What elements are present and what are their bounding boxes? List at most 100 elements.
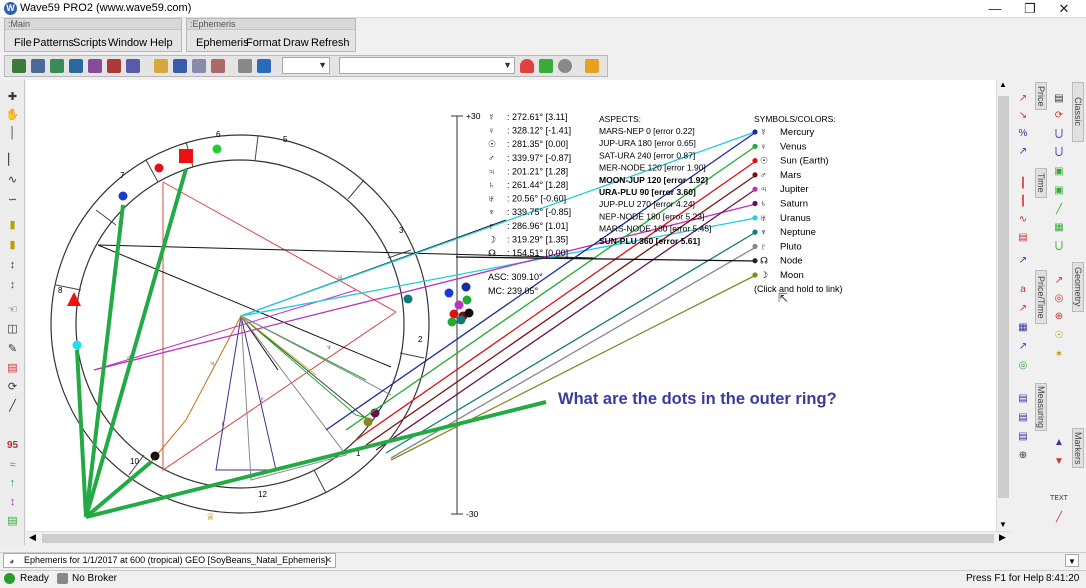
measure-chart-icon[interactable]: ▤ [1016,431,1030,443]
time-spiral-icon[interactable]: ∿ [1016,214,1030,226]
menu-format[interactable]: Format [246,36,281,50]
classic-curve-icon[interactable]: ⟳ [1052,110,1066,122]
print-icon[interactable] [238,59,252,73]
marker-up-icon[interactable]: ▲ [1052,437,1066,449]
bar-stack-icon[interactable]: ▤ [5,361,20,375]
spiral-icon[interactable]: ◎ [1016,360,1030,372]
fan-icon[interactable]: ⋃ [1052,240,1066,252]
measure-bars-icon[interactable]: ▤ [1016,393,1030,405]
vertical-line-icon[interactable]: │ [5,126,20,140]
tab-geometry[interactable]: Geometry [1072,262,1084,312]
grid-tool-icon[interactable]: ▦ [1016,322,1030,334]
ruler-icon[interactable]: ╱ [5,399,20,413]
fib-icon[interactable]: ↗ [1016,146,1030,158]
vertical-scrollbar[interactable]: ▲ ▼ [996,80,1010,531]
menu-draw[interactable]: Draw [283,36,309,50]
bars-icon[interactable]: ▏ [5,153,20,167]
number-95-icon[interactable]: 95 [5,439,20,453]
circle-icon[interactable]: ◎ [1052,293,1066,305]
scroll-up-icon[interactable]: ▲ [999,80,1007,89]
copy-icon[interactable] [192,59,206,73]
menu-scripts[interactable]: Scripts [73,36,107,50]
up-down-arrow-icon[interactable] [539,59,553,73]
eye-icon[interactable] [558,59,572,73]
box-icon[interactable]: ▣ [1052,166,1066,178]
split-icon[interactable]: ▮ [5,238,20,252]
marker-icon[interactable]: ▮ [5,218,20,232]
pitch-icon[interactable]: ↑ [5,476,20,490]
save-icon[interactable] [173,59,187,73]
tab-measuring[interactable]: Measuring [1035,383,1047,431]
crosshair-target-icon[interactable]: ⊕ [1016,450,1030,462]
time-bars-icon[interactable]: ┃ [1016,178,1030,190]
hand-icon[interactable]: ✋ [5,108,20,122]
tab-markers[interactable]: Markers [1072,428,1084,468]
tab-price-time[interactable]: Price/Time [1035,270,1047,324]
tab-price[interactable]: Price [1035,82,1047,110]
menu-refresh[interactable]: Refresh [311,36,350,50]
marker-down-icon[interactable]: ▼ [1052,456,1066,468]
toolbar-combo-1[interactable]: ▼ [282,57,330,74]
open-folder-icon[interactable] [154,59,168,73]
scroll-left-icon[interactable]: ◀ [29,532,36,543]
geometry-arc-icon[interactable]: ↗ [1052,275,1066,287]
percent-icon[interactable]: % [1016,128,1030,140]
palette-icon[interactable] [88,59,102,73]
pitchfork-icon[interactable]: ⋃ [1052,128,1066,140]
scroll-down-icon[interactable]: ▼ [999,520,1007,529]
undo-icon[interactable] [257,59,271,73]
angle-icon[interactable]: ↗ [1016,341,1030,353]
vertical-scroll-thumb[interactable] [998,96,1009,498]
price-line-icon[interactable]: ↘ [1016,110,1030,122]
cycle-icon[interactable]: ⟳ [5,380,20,394]
line-tool-icon[interactable]: ╱ [1052,512,1066,524]
crosshair-icon[interactable]: ✚ [5,90,20,104]
pointer-icon[interactable]: ☜ [5,303,20,317]
text-tool-icon[interactable]: TEXT [1050,493,1068,505]
zoom-icon[interactable] [31,59,45,73]
app-logo-icon[interactable]: W [4,2,17,15]
grid-icon[interactable] [126,59,140,73]
minimize-button[interactable]: — [977,0,1013,18]
gann-icon[interactable]: ▣ [1052,185,1066,197]
time-cycles-icon[interactable]: ┃ [1016,196,1030,208]
notes-icon[interactable] [585,59,599,73]
move-icon[interactable]: ↕ [5,278,20,292]
tab-list-chevron-icon[interactable]: ▼ [1065,554,1079,567]
menu-window[interactable]: Window [108,36,147,50]
parallel-icon[interactable]: ╱ [1052,204,1066,216]
wave-icon[interactable]: ∿ [5,173,20,187]
ephemeris-chart-area[interactable]: 6 5 7 3 8 2 10 1 12 ♅ ♆ ♇ ♄ ♂ ♃ ♕ +30 -3… [26,80,996,531]
close-button[interactable]: ✕ [1046,0,1082,18]
indicator-icon[interactable] [107,59,121,73]
magnet-icon[interactable] [520,59,534,73]
trash-icon[interactable]: ◫ [5,322,20,336]
star-icon[interactable]: ✶ [1052,349,1066,361]
horizontal-scrollbar[interactable]: ◀ ▶ [26,531,1010,545]
measure-ruler-icon[interactable]: ▤ [1016,412,1030,424]
time-line-icon[interactable]: ↗ [1016,255,1030,267]
maximize-button[interactable]: ❐ [1012,0,1048,18]
table-icon[interactable]: ▤ [5,514,20,528]
square-icon[interactable]: ▦ [1052,222,1066,234]
time-grid-icon[interactable]: ▤ [1016,232,1030,244]
menu-file[interactable]: File [14,36,32,50]
tab-time[interactable]: Time [1035,168,1047,198]
scroll-right-icon[interactable]: ▶ [999,532,1006,543]
price-tool-icon[interactable]: ↗ [1016,93,1030,105]
doc-tab-close-icon[interactable]: ✕ [324,554,332,567]
ratio-icon[interactable]: ↗ [1016,303,1030,315]
menu-ephemeris[interactable]: Ephemeris [196,36,249,50]
curve-icon[interactable]: ∽ [5,193,20,207]
document-tab[interactable]: ◕ Ephemeris for 1/1/2017 at 600 (tropica… [3,553,336,568]
paste-icon[interactable] [211,59,225,73]
waves-icon[interactable]: ≈ [5,458,20,472]
brush-icon[interactable]: ✎ [5,342,20,356]
horizontal-scroll-thumb[interactable] [42,534,994,543]
arrows-vertical-icon[interactable]: ↕ [5,258,20,272]
menu-help[interactable]: Help [150,36,173,50]
toolbar-combo-2[interactable]: ▼ [339,57,515,74]
new-chart-icon[interactable] [12,59,26,73]
chart-down-icon[interactable] [69,59,83,73]
classic-rr-icon[interactable]: ▤ [1052,93,1066,105]
